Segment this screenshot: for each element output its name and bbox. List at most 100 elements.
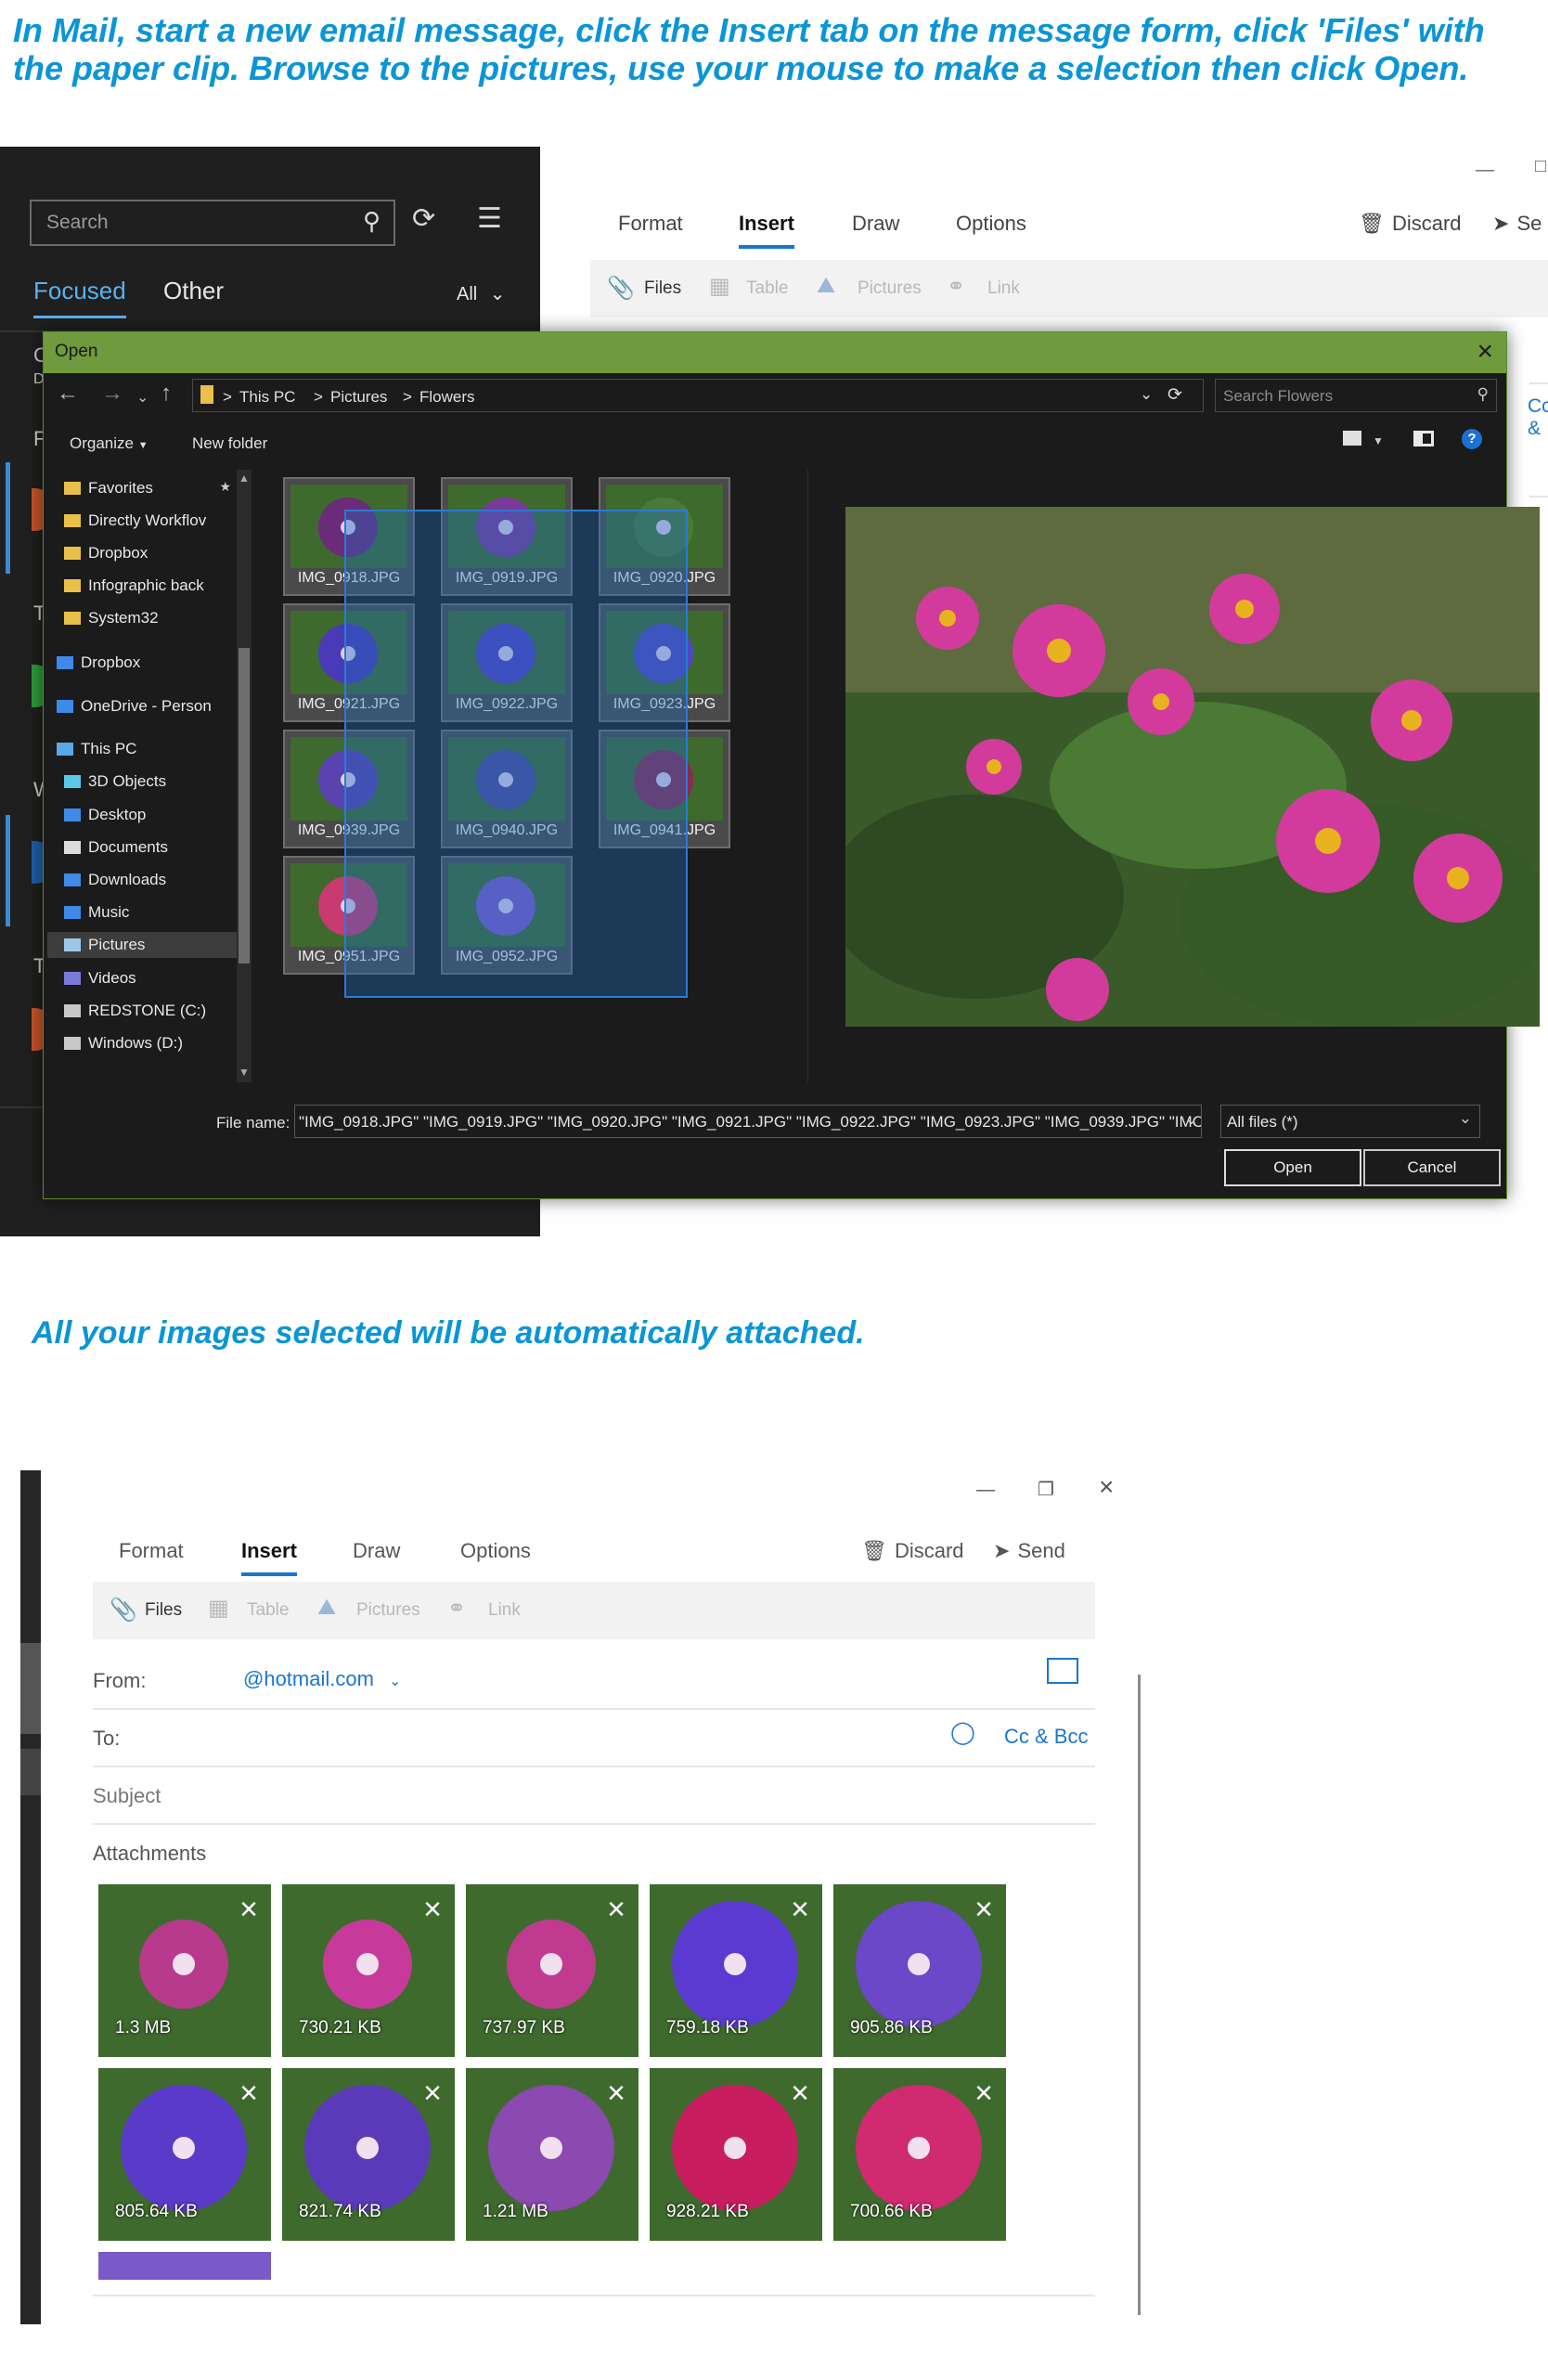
contact-person-icon[interactable]: ◯ [950,1719,975,1746]
cancel-button[interactable]: Cancel [1363,1149,1501,1186]
tree-item[interactable]: Favorites ★ [64,479,237,498]
sync-icon[interactable]: ⟳ [412,202,435,235]
help-icon[interactable]: ? [1462,429,1482,449]
send-button[interactable]: ➤ Send [993,1539,1065,1563]
tree-item[interactable]: Dropbox [64,544,237,563]
refresh-icon[interactable]: ⟳ [1167,384,1182,406]
scroll-up-icon[interactable]: ▲ [239,472,250,485]
view-options-icon[interactable] [1343,431,1361,446]
address-bar[interactable]: > This PC > Pictures > Flowers ⌄ ⟳ [192,379,1204,412]
send-button[interactable]: ➤ Se [1492,212,1542,236]
chevron-down-icon[interactable]: ▼ [1373,434,1384,447]
discard-button[interactable]: 🗑 Discard [861,1539,964,1563]
remove-attachment-icon[interactable]: × [607,2077,626,2109]
preview-pane-icon[interactable] [1413,431,1434,446]
tree-item[interactable]: Dropbox [57,653,237,672]
tree-item[interactable]: Infographic back [64,576,237,595]
remove-attachment-icon[interactable]: × [239,1894,258,1925]
filter-dropdown[interactable]: All ⌄ [457,282,506,305]
pictures-button[interactable]: Pictures [356,1600,420,1621]
select-mode-icon[interactable]: ☰ [477,202,502,235]
tree-item[interactable]: Documents [64,838,237,857]
up-arrow-icon[interactable]: ↑ [161,381,172,407]
link-button[interactable]: Link [987,278,1020,299]
remove-attachment-icon[interactable]: × [974,2077,993,2109]
from-account-dropdown[interactable]: @hotmail.com ⌄ [243,1667,401,1691]
tree-item[interactable]: 3D Objects [64,772,237,791]
attachment-tile[interactable]: 759.18 KB × [650,1884,822,2057]
crumb-this-pc[interactable]: This PC [239,388,295,407]
tree-item[interactable]: Directly Workflov [64,511,237,530]
tab-format[interactable]: Format [618,212,683,236]
compose-scrollbar[interactable] [1138,1675,1141,2315]
attachment-tile[interactable]: 928.21 KB × [650,2068,822,2241]
restore-icon[interactable]: ❐ [1038,1478,1054,1501]
tab-insert[interactable]: Insert [739,212,794,249]
forward-arrow-icon[interactable]: → [101,381,123,407]
attachment-tile[interactable]: 805.64 KB × [98,2068,271,2241]
tab-insert[interactable]: Insert [241,1539,297,1576]
pin-icon[interactable]: ★ [219,479,231,495]
attachment-tile[interactable]: 1.21 MB × [466,2068,639,2241]
close-icon[interactable]: × [1099,1472,1114,1502]
table-button[interactable]: Table [746,278,788,299]
tree-item[interactable]: Pictures [47,932,237,959]
file-type-select[interactable]: All files (*) ⌄ [1220,1105,1480,1138]
open-button[interactable]: Open [1224,1149,1361,1186]
mail-search-input[interactable]: Search ⚲ [30,200,395,246]
tree-item[interactable]: Windows (D:) [64,1034,237,1053]
tree-item[interactable]: Music [64,903,237,922]
attachment-tile[interactable]: 1.3 MB × [98,1884,271,2057]
pop-out-icon[interactable] [1047,1658,1078,1684]
attachment-tile[interactable]: 821.74 KB × [282,2068,455,2241]
attachment-tile[interactable]: 730.21 KB × [282,1884,455,2057]
tab-format[interactable]: Format [119,1539,184,1563]
remove-attachment-icon[interactable]: × [974,1894,993,1925]
tree-scrollbar-thumb[interactable] [239,648,250,964]
chevron-down-icon[interactable]: ⌄ [1140,385,1153,404]
files-button[interactable]: Files [145,1600,182,1621]
tree-item[interactable]: Desktop [64,806,237,824]
tab-other[interactable]: Other [163,277,224,305]
file-name-input[interactable]: "IMG_0918.JPG" "IMG_0919.JPG" "IMG_0920.… [294,1105,1202,1138]
crumb-flowers[interactable]: Flowers [419,388,475,407]
minimize-icon[interactable]: — [976,1480,995,1501]
tree-item[interactable]: Videos [64,969,237,988]
attachment-tile[interactable]: 700.66 KB × [833,2068,1006,2241]
cc-bcc-link[interactable]: Cc & Bcc [1004,1725,1088,1749]
new-folder-button[interactable]: New folder [192,434,267,453]
files-button[interactable]: Files [644,278,681,299]
attachment-tile[interactable]: 905.86 KB × [833,1884,1006,2057]
discard-button[interactable]: 🗑 Discard [1359,212,1462,236]
tree-item[interactable]: REDSTONE (C:) [64,1002,237,1020]
organize-menu[interactable]: Organize ▼ [70,434,148,453]
cc-bcc-link-partial[interactable]: Cc & [1528,395,1548,440]
tree-item[interactable]: System32 [64,609,237,627]
remove-attachment-icon[interactable]: × [423,1894,442,1925]
remove-attachment-icon[interactable]: × [607,1894,626,1925]
remove-attachment-icon[interactable]: × [239,2077,258,2109]
search-icon[interactable]: ⚲ [363,207,381,236]
tab-options[interactable]: Options [956,212,1026,236]
chevron-down-icon[interactable]: ⌄ [1185,1110,1197,1129]
table-button[interactable]: Table [247,1600,289,1621]
recent-locations-icon[interactable]: ⌄ [136,388,148,407]
crumb-pictures[interactable]: Pictures [330,388,387,407]
restore-icon[interactable]: □ [1535,156,1546,177]
scroll-down-icon[interactable]: ▼ [239,1066,250,1079]
remove-attachment-icon[interactable]: × [791,2077,809,2109]
pictures-button[interactable]: Pictures [858,278,922,299]
tree-item[interactable]: This PC [57,740,237,758]
tab-draw[interactable]: Draw [353,1539,400,1563]
subject-input[interactable]: Subject [93,1784,161,1808]
back-arrow-icon[interactable]: ← [57,381,79,407]
remove-attachment-icon[interactable]: × [423,2077,442,2109]
tab-focused[interactable]: Focused [33,277,126,318]
tab-draw[interactable]: Draw [852,212,899,236]
minimize-icon[interactable]: — [1476,160,1494,181]
link-button[interactable]: Link [488,1600,521,1621]
tab-options[interactable]: Options [460,1539,531,1563]
remove-attachment-icon[interactable]: × [791,1894,809,1925]
attachment-tile[interactable]: 737.97 KB × [466,1884,639,2057]
dialog-search-input[interactable]: Search Flowers ⚲ [1215,379,1497,412]
